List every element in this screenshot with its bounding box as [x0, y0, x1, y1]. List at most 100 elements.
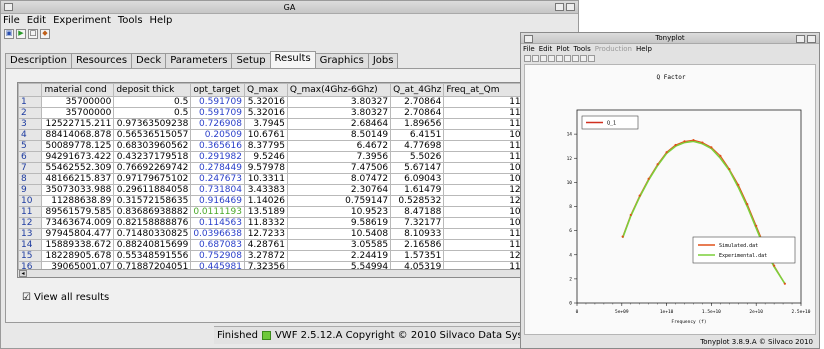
- column-header[interactable]: Q_max: [243, 83, 288, 97]
- table-cell: 2.16586: [390, 239, 445, 251]
- table-cell: 6.4672: [286, 140, 392, 152]
- table-cell: 1.61479: [390, 184, 445, 196]
- tp-menu-edit[interactable]: Edit: [539, 44, 553, 54]
- table-row[interactable]: 6 94291673.422 0.43237179518 0.291982 9.5246…: [18, 151, 558, 163]
- table-cell: 0.97179675102: [113, 173, 192, 185]
- tonyplot-titlebar[interactable]: Tonyplot: [521, 33, 819, 44]
- table-row[interactable]: 10 11288638.89 0.31572158635 0.916469 1.1402…: [18, 195, 558, 207]
- table-cell: 1.89656: [390, 118, 445, 130]
- tp-menu-file[interactable]: File: [523, 44, 535, 54]
- stop-icon[interactable]: □: [28, 28, 38, 39]
- tp-menu-tools[interactable]: Tools: [573, 44, 590, 54]
- row-number: 5: [18, 140, 43, 152]
- checkbox-icon[interactable]: ☑: [22, 292, 31, 303]
- row-number: 2: [18, 107, 43, 119]
- column-header[interactable]: material cond: [41, 83, 115, 97]
- tab-graphics[interactable]: Graphics: [314, 53, 369, 68]
- close-icon[interactable]: [807, 35, 816, 43]
- y-tick-label: 0: [569, 301, 572, 307]
- data-point: [647, 177, 650, 180]
- tp-menu-production: Production: [594, 45, 632, 53]
- table-cell: 0.591709: [190, 96, 245, 108]
- tab-resources[interactable]: Resources: [70, 53, 133, 68]
- tp-menu-plot[interactable]: Plot: [556, 44, 569, 54]
- table-cell: 9.5246: [243, 151, 288, 163]
- zoom-in-icon[interactable]: [532, 55, 539, 62]
- table-cell: 8.10933: [390, 228, 445, 240]
- refresh-icon[interactable]: [572, 55, 579, 62]
- tab-parameters[interactable]: Parameters: [165, 53, 233, 68]
- minimize-icon[interactable]: [796, 35, 805, 43]
- tab-jobs[interactable]: Jobs: [367, 53, 399, 68]
- table-row[interactable]: 8 48166215.837 0.97179675102 0.247673 10.331…: [18, 173, 558, 185]
- table-row[interactable]: 2 35700000 0.5 0.591709 5.32016 3.80327 2.7086…: [18, 107, 558, 119]
- tp-menu-help[interactable]: Help: [636, 44, 652, 54]
- menu-experiment[interactable]: Experiment: [53, 15, 111, 26]
- table-row[interactable]: 15 18228905.678 0.55348591556 0.752908 3.278…: [18, 250, 558, 262]
- menu-tools[interactable]: Tools: [118, 15, 143, 26]
- row-number: 11: [18, 206, 43, 218]
- table-cell: 3.05585: [286, 239, 392, 251]
- table-row[interactable]: 5 50089778.125 0.68303960562 0.365616 8.3779…: [18, 140, 558, 152]
- table-row[interactable]: 1 35700000 0.5 0.591709 5.32016 3.80327 2.7086…: [18, 96, 558, 108]
- table-cell: 0.731804: [190, 184, 245, 196]
- ga-titlebar[interactable]: GA: [1, 1, 578, 14]
- column-header[interactable]: Q_max(4Ghz-6Ghz): [286, 83, 392, 97]
- tab-deck[interactable]: Deck: [131, 53, 167, 68]
- table-corner: [18, 83, 43, 97]
- table-cell: 10.6761: [243, 129, 288, 141]
- probe-icon[interactable]: [564, 55, 571, 62]
- table-row[interactable]: 3 12522715.211 0.97363509238 0.726908 3.7945…: [18, 118, 558, 130]
- data-point: [621, 235, 624, 238]
- table-cell: 0.687083: [190, 239, 245, 251]
- table-row[interactable]: 9 35073033.988 0.29611884058 0.731804 3.4338…: [18, 184, 558, 196]
- window-menu-icon[interactable]: [4, 3, 13, 11]
- pan-icon[interactable]: [548, 55, 555, 62]
- table-row[interactable]: 4 88414068.878 0.56536515057 0.20509 10.6761…: [18, 129, 558, 141]
- minimize-icon[interactable]: [555, 3, 564, 11]
- table-row[interactable]: 11 89561579.585 0.83686938882 0.0111193 13.5…: [18, 206, 558, 218]
- close-icon[interactable]: [566, 3, 575, 11]
- table-cell: 0.365616: [190, 140, 245, 152]
- print-icon[interactable]: [524, 55, 531, 62]
- row-number: 9: [18, 184, 43, 196]
- column-header[interactable]: opt_target: [190, 83, 245, 97]
- table-cell: 0.0396638: [190, 228, 245, 240]
- window-menu-icon[interactable]: [524, 35, 533, 43]
- table-cell: 3.43383: [243, 184, 288, 196]
- run-icon[interactable]: ▶: [16, 28, 26, 39]
- column-header[interactable]: Q_at_4Ghz: [390, 83, 445, 97]
- table-row[interactable]: 13 97945804.477 0.71480330825 0.0396638 12.7…: [18, 228, 558, 240]
- scroll-left-icon[interactable]: ◂: [19, 270, 27, 277]
- table-cell: 0.31572158635: [113, 195, 192, 207]
- view-all-results-toggle[interactable]: ☑ View all results: [22, 292, 109, 303]
- horizontal-scrollbar[interactable]: ◂: [18, 269, 558, 277]
- column-header[interactable]: deposit thick: [113, 83, 192, 97]
- menu-help[interactable]: Help: [150, 15, 173, 26]
- table-cell: 0.97363509238: [113, 118, 192, 130]
- plot-area[interactable]: Q Factor 0 5e+09 1e+10 1.5e+10 2e+10 2.5e+10 Fr…: [524, 64, 816, 335]
- save-icon[interactable]: ▣: [4, 28, 14, 39]
- table-cell: 10.5408: [286, 228, 392, 240]
- table-cell: 4.77698: [390, 140, 445, 152]
- table-row[interactable]: 14 15889338.672 0.88240815699 0.687083 4.287…: [18, 239, 558, 251]
- tool-icon[interactable]: ◆: [40, 28, 50, 39]
- menu-file[interactable]: File: [3, 15, 20, 26]
- ruler-icon[interactable]: [556, 55, 563, 62]
- tab-results[interactable]: Results: [269, 51, 316, 68]
- table-cell: 13.5189: [243, 206, 288, 218]
- table-cell: 5.32016: [243, 96, 288, 108]
- grid-icon[interactable]: [580, 55, 587, 62]
- table-cell: 0.71480330825: [113, 228, 192, 240]
- table-cell: 5.5026: [390, 151, 445, 163]
- tab-setup[interactable]: Setup: [231, 53, 271, 68]
- tab-description[interactable]: Description: [5, 53, 72, 68]
- menu-edit[interactable]: Edit: [27, 15, 46, 26]
- table-row[interactable]: 7 55462552.309 0.76692269742 0.278449 9.5797…: [18, 162, 558, 174]
- table-cell: 0.0111193: [190, 206, 245, 218]
- results-table-container[interactable]: material cond deposit thick opt_target Q…: [17, 82, 559, 278]
- table-cell: 0.114563: [190, 217, 245, 229]
- label-icon[interactable]: [588, 55, 595, 62]
- zoom-out-icon[interactable]: [540, 55, 547, 62]
- table-row[interactable]: 12 73463674.009 0.82158888876 0.114563 11.83…: [18, 217, 558, 229]
